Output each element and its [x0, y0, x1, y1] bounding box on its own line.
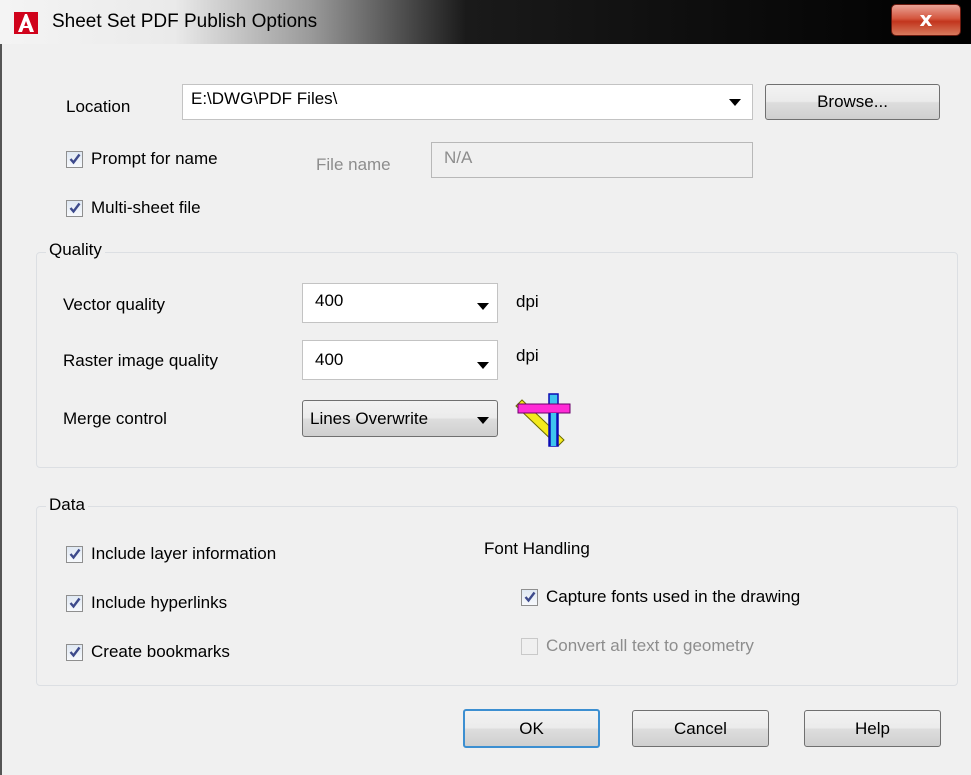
cancel-button[interactable]: Cancel — [632, 710, 769, 747]
vector-quality-combo[interactable]: 400 — [302, 283, 498, 323]
location-combo[interactable]: E:\DWG\PDF Files\ — [182, 84, 753, 120]
raster-quality-combo[interactable]: 400 — [302, 340, 498, 380]
capture-fonts-label[interactable]: Capture fonts used in the drawing — [546, 587, 800, 607]
chevron-down-icon[interactable] — [477, 303, 489, 310]
file-name-field[interactable]: N/A — [431, 142, 753, 178]
file-name-value: N/A — [444, 148, 473, 167]
merge-control-value: Lines Overwrite — [310, 409, 429, 428]
vector-quality-unit: dpi — [516, 292, 539, 311]
close-icon: x — [919, 7, 933, 31]
close-button[interactable]: x — [891, 4, 961, 36]
font-handling-title: Font Handling — [484, 539, 590, 558]
chevron-down-icon[interactable] — [477, 362, 489, 369]
checkmark-icon — [69, 153, 81, 165]
help-button[interactable]: Help — [804, 710, 941, 747]
publish-options-dialog: Sheet Set PDF Publish Options x Location… — [0, 0, 971, 775]
multi-sheet-label[interactable]: Multi-sheet file — [91, 198, 201, 218]
prompt-for-name-checkbox[interactable] — [66, 151, 83, 168]
ok-button[interactable]: OK — [463, 709, 600, 748]
capture-fonts-checkbox[interactable] — [521, 589, 538, 606]
quality-group-title: Quality — [46, 240, 105, 260]
multi-sheet-checkbox[interactable] — [66, 200, 83, 217]
browse-button-label: Browse... — [817, 92, 888, 111]
location-label: Location — [66, 97, 131, 116]
data-group-title: Data — [46, 495, 88, 515]
checkmark-icon — [69, 646, 81, 658]
browse-button[interactable]: Browse... — [765, 84, 940, 120]
convert-text-label[interactable]: Convert all text to geometry — [546, 636, 754, 656]
title-bar[interactable]: Sheet Set PDF Publish Options x — [0, 0, 971, 44]
lines-overwrite-icon — [515, 393, 571, 447]
create-bookmarks-checkbox[interactable] — [66, 644, 83, 661]
raster-quality-value: 400 — [315, 350, 344, 369]
include-layer-info-checkbox[interactable] — [66, 546, 83, 563]
checkmark-icon — [69, 597, 81, 609]
checkmark-icon — [69, 548, 81, 560]
merge-control-label: Merge control — [63, 409, 167, 428]
cancel-button-label: Cancel — [674, 719, 727, 738]
chevron-down-icon[interactable] — [729, 99, 741, 106]
autocad-logo-icon — [14, 12, 38, 34]
file-name-label: File name — [316, 155, 391, 174]
vector-quality-value: 400 — [315, 291, 344, 310]
prompt-for-name-label[interactable]: Prompt for name — [91, 149, 218, 169]
merge-control-combo[interactable]: Lines Overwrite — [302, 400, 498, 437]
window-title: Sheet Set PDF Publish Options — [52, 11, 318, 32]
vector-quality-label: Vector quality — [63, 295, 166, 314]
location-value: E:\DWG\PDF Files\ — [191, 89, 338, 108]
include-hyperlinks-checkbox[interactable] — [66, 595, 83, 612]
raster-quality-unit: dpi — [516, 346, 539, 365]
include-hyperlinks-label[interactable]: Include hyperlinks — [91, 593, 227, 613]
help-button-label: Help — [855, 719, 890, 738]
convert-text-checkbox[interactable] — [521, 638, 538, 655]
checkmark-icon — [524, 591, 536, 603]
raster-quality-label: Raster image quality — [63, 351, 218, 370]
ok-button-label: OK — [519, 719, 544, 738]
include-layer-info-label[interactable]: Include layer information — [91, 544, 276, 564]
chevron-down-icon[interactable] — [477, 417, 489, 424]
checkmark-icon — [69, 202, 81, 214]
create-bookmarks-label[interactable]: Create bookmarks — [91, 642, 230, 662]
